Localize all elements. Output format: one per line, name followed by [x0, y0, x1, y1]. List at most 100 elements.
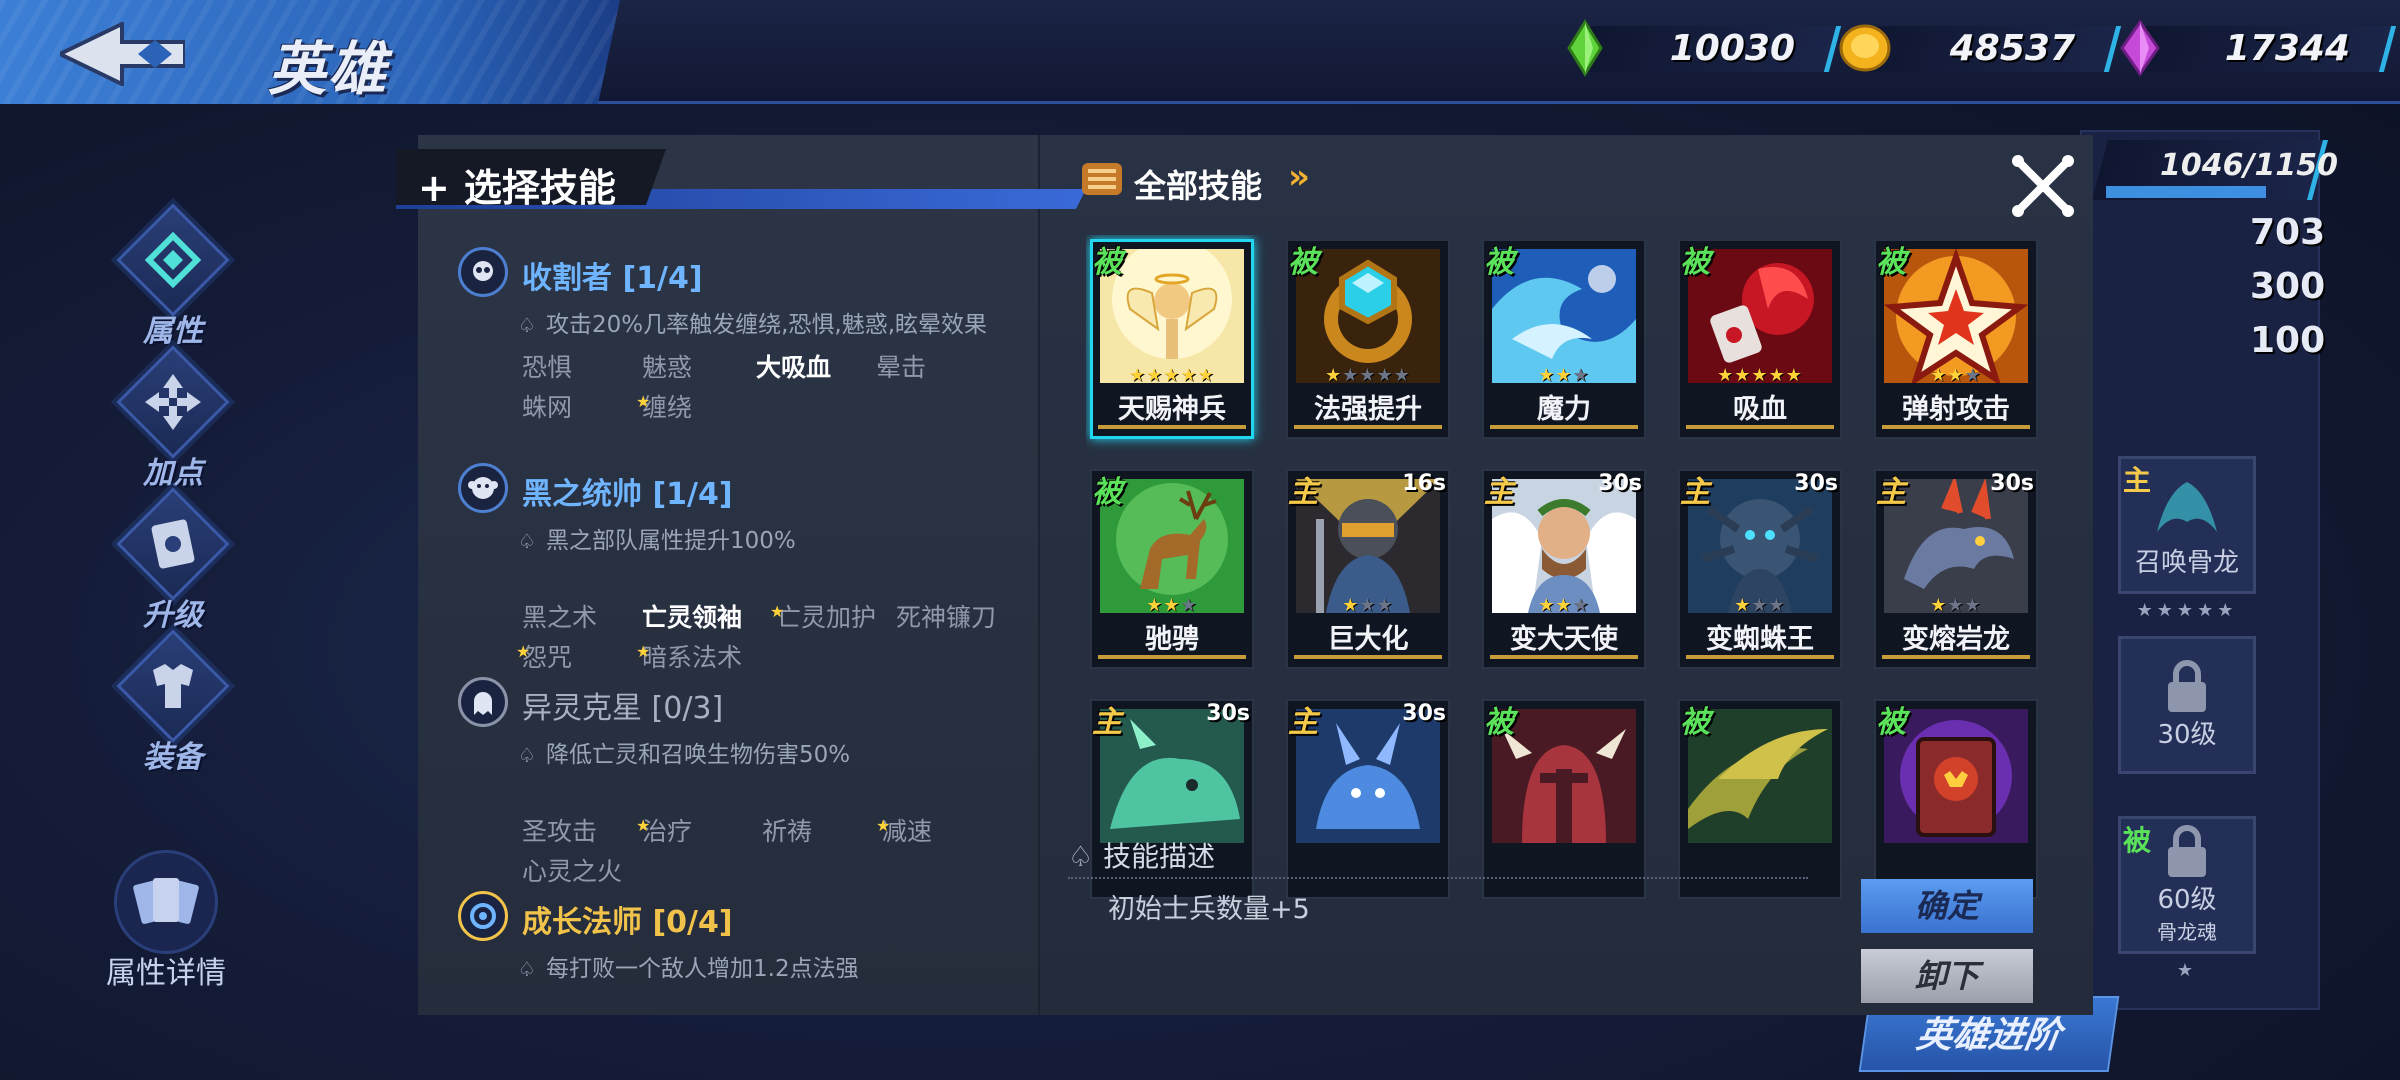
skill-card[interactable]: ★★★ 巨大化 主 16s — [1282, 465, 1454, 673]
skill-group-desc: 黑之部队属性提升100% — [518, 523, 1018, 559]
skill-group-growth-mage[interactable]: 成长法师 [0/4] 每打败一个敌人增加1.2点法强 — [458, 891, 1018, 987]
passive-badge: 被 — [1680, 705, 1710, 740]
unequip-button[interactable]: 卸下 — [1861, 949, 2033, 1003]
confirm-button[interactable]: 确定 — [1861, 879, 2033, 933]
close-icon — [2012, 155, 2074, 217]
lock-icon — [2168, 825, 2206, 877]
nav-upgrade[interactable]: 升级 — [108, 487, 238, 633]
active-badge: 主 — [1484, 475, 1514, 510]
skill-tag[interactable]: 蛛网 — [522, 389, 642, 427]
ghost-icon — [458, 677, 508, 727]
double-chevron-right-icon: » — [1288, 157, 1310, 197]
hp-bar-fill — [2106, 186, 2266, 198]
skill-name: 吸血 — [1733, 394, 1787, 425]
skill-stars: ★★★ — [1734, 595, 1786, 616]
nav-attributes[interactable]: 属性 — [108, 203, 238, 349]
lock-icon — [2168, 659, 2206, 712]
skill-tag[interactable]: ★ 怨咒 — [516, 639, 642, 677]
growth-mage-icon — [458, 891, 508, 941]
slot-stars: ★ — [2176, 960, 2198, 981]
skill-tag[interactable]: 圣攻击 — [522, 813, 642, 851]
skill-tag[interactable]: 心灵之火 — [522, 853, 642, 891]
skill-tag[interactable]: 死神镰刀 — [896, 599, 1002, 637]
skill-description-text: 初始士兵数量+5 — [1108, 894, 1310, 925]
stat-value: 703 — [2250, 212, 2326, 253]
cooldown-label: 30s — [1794, 471, 1838, 496]
back-button[interactable] — [55, 20, 187, 88]
close-button[interactable] — [2008, 151, 2078, 221]
skill-slot-locked-30[interactable]: 30级 — [2118, 636, 2256, 774]
skill-tag[interactable]: 黑之术 — [522, 599, 642, 637]
skill-tag[interactable]: ★ 亡灵加护 — [770, 599, 882, 637]
skill-name: 魔力 — [1537, 394, 1591, 425]
passive-badge: 被 — [1092, 475, 1122, 510]
skill-tag[interactable]: 祈祷 — [762, 813, 882, 851]
skill-card[interactable]: ★★★★★ 法强提升 被 — [1282, 235, 1454, 443]
skill-name: 变蜘蛛王 — [1706, 624, 1814, 655]
skill-name: 天赐神兵 — [1118, 394, 1226, 425]
skill-group-desc: 降低亡灵和召唤生物伤害50% — [518, 737, 1018, 773]
star-icon: ★ — [636, 816, 651, 835]
skill-group-desc: 攻击20%几率触发缠绕,恐惧,魅惑,眩晕效果 — [518, 307, 1018, 343]
skill-group-spirit-bane[interactable]: 异灵克星 [0/3] 降低亡灵和召唤生物伤害50% 圣攻击 ★治疗 祈祷 ★减速… — [458, 677, 1018, 891]
cards-icon — [114, 850, 218, 954]
skill-tag[interactable]: ★ 缠绕 — [636, 389, 762, 427]
skill-card[interactable]: ★★★ 变熔岩龙 主 30s — [1870, 465, 2042, 673]
skill-tag[interactable]: 魅惑 — [642, 349, 762, 387]
skill-tag[interactable]: ★ 暗系法术 — [636, 639, 762, 677]
active-badge: 主 — [1876, 475, 1906, 510]
skill-name: 变熔岩龙 — [1902, 624, 2010, 655]
skill-card[interactable]: 被 — [1870, 695, 2042, 903]
skill-name: 法强提升 — [1314, 394, 1422, 425]
dialog-title: 选择技能 — [463, 166, 616, 210]
skill-card[interactable]: 被 — [1478, 695, 1650, 903]
skill-description-label: 技能描述 — [1068, 835, 1215, 875]
passive-badge: 被 — [1484, 245, 1514, 280]
skill-slot-locked-60[interactable]: 被 60级 骨龙魂 — [2118, 816, 2256, 954]
skill-tag[interactable]: 恐惧 — [522, 349, 642, 387]
skill-tag[interactable]: ★ 减速 — [876, 813, 1002, 851]
slot-stars: ★★★★★ — [2136, 600, 2238, 621]
skill-stars: ★★★ — [1930, 365, 1982, 386]
star-icon: ★ — [636, 642, 651, 661]
skill-tag[interactable]: ★ 治疗 — [636, 813, 762, 851]
skill-card[interactable]: ★★★★★ 天赐神兵 被 — [1086, 235, 1258, 443]
skill-name: 变大天使 — [1510, 624, 1618, 655]
gold-coin-icon — [1835, 18, 1895, 78]
skill-group-reaper[interactable]: 收割者 [1/4] 攻击20%几率触发缠绕,恐惧,魅惑,眩晕效果 恐惧 魅惑 大… — [458, 247, 1018, 427]
skill-card[interactable]: 主 30s — [1282, 695, 1454, 903]
skill-stars: ★★★★★ — [1129, 365, 1215, 386]
currency-green-gem: 10030 — [1555, 18, 1842, 78]
nav-equipment[interactable]: 装备 — [108, 629, 238, 775]
divider — [1068, 877, 1808, 879]
skill-tag[interactable]: 晕击 — [876, 349, 1002, 387]
skill-card[interactable]: ★★★★★ 吸血 被 — [1674, 235, 1846, 443]
top-bar: 英雄 10030 48537 17344 — [0, 0, 2400, 104]
star-icon: ★ — [636, 392, 651, 411]
active-badge: 主 — [1092, 705, 1122, 740]
skill-tag[interactable]: 大吸血 — [756, 349, 882, 387]
passive-badge: 被 — [1876, 705, 1906, 740]
purple-gem-icon — [2110, 18, 2170, 78]
hp-text: 1046/1150 — [2160, 148, 2338, 183]
cooldown-label: 30s — [1598, 471, 1642, 496]
star-icon: ★ — [876, 816, 891, 835]
skill-tag[interactable]: 亡灵领袖 — [642, 599, 762, 637]
active-badge: 主 — [1288, 705, 1318, 740]
skill-card[interactable]: 被 — [1674, 695, 1846, 903]
skill-card[interactable]: ★★★ 变蜘蛛王 主 30s — [1674, 465, 1846, 673]
skill-slot-summon-bone-dragon[interactable]: 主 召唤骨龙 — [2118, 456, 2256, 594]
skill-card[interactable]: ★★★ 魔力 被 — [1478, 235, 1650, 443]
nav-attribute-details[interactable]: 属性详情 — [96, 850, 236, 992]
skill-group-dark-commander[interactable]: 黑之统帅 [1/4] 黑之部队属性提升100% 黑之术 亡灵领袖 ★亡灵加护 死… — [458, 463, 1018, 677]
skill-card[interactable]: ★★★ 驰骋 被 — [1086, 465, 1258, 673]
skill-stars: ★★★ — [1342, 595, 1394, 616]
skill-stars: ★★★★★ — [1325, 365, 1411, 386]
nav-add-points[interactable]: 加点 — [108, 345, 238, 491]
skill-card[interactable]: ★★★ 变大天使 主 30s — [1478, 465, 1650, 673]
skill-grid: ★★★★★ 天赐神兵被 ★★★★★ 法强提升被 ★★★ 魔力被 ★★★★★ 吸血被 ★★★ 弹射攻… — [1086, 235, 2066, 953]
scroll-icon — [1078, 157, 1126, 201]
skill-card[interactable]: ★★★ 弹射攻击 被 — [1870, 235, 2042, 443]
star-icon: ★ — [516, 642, 531, 661]
currency-purple-gem: 17344 — [2110, 18, 2397, 78]
